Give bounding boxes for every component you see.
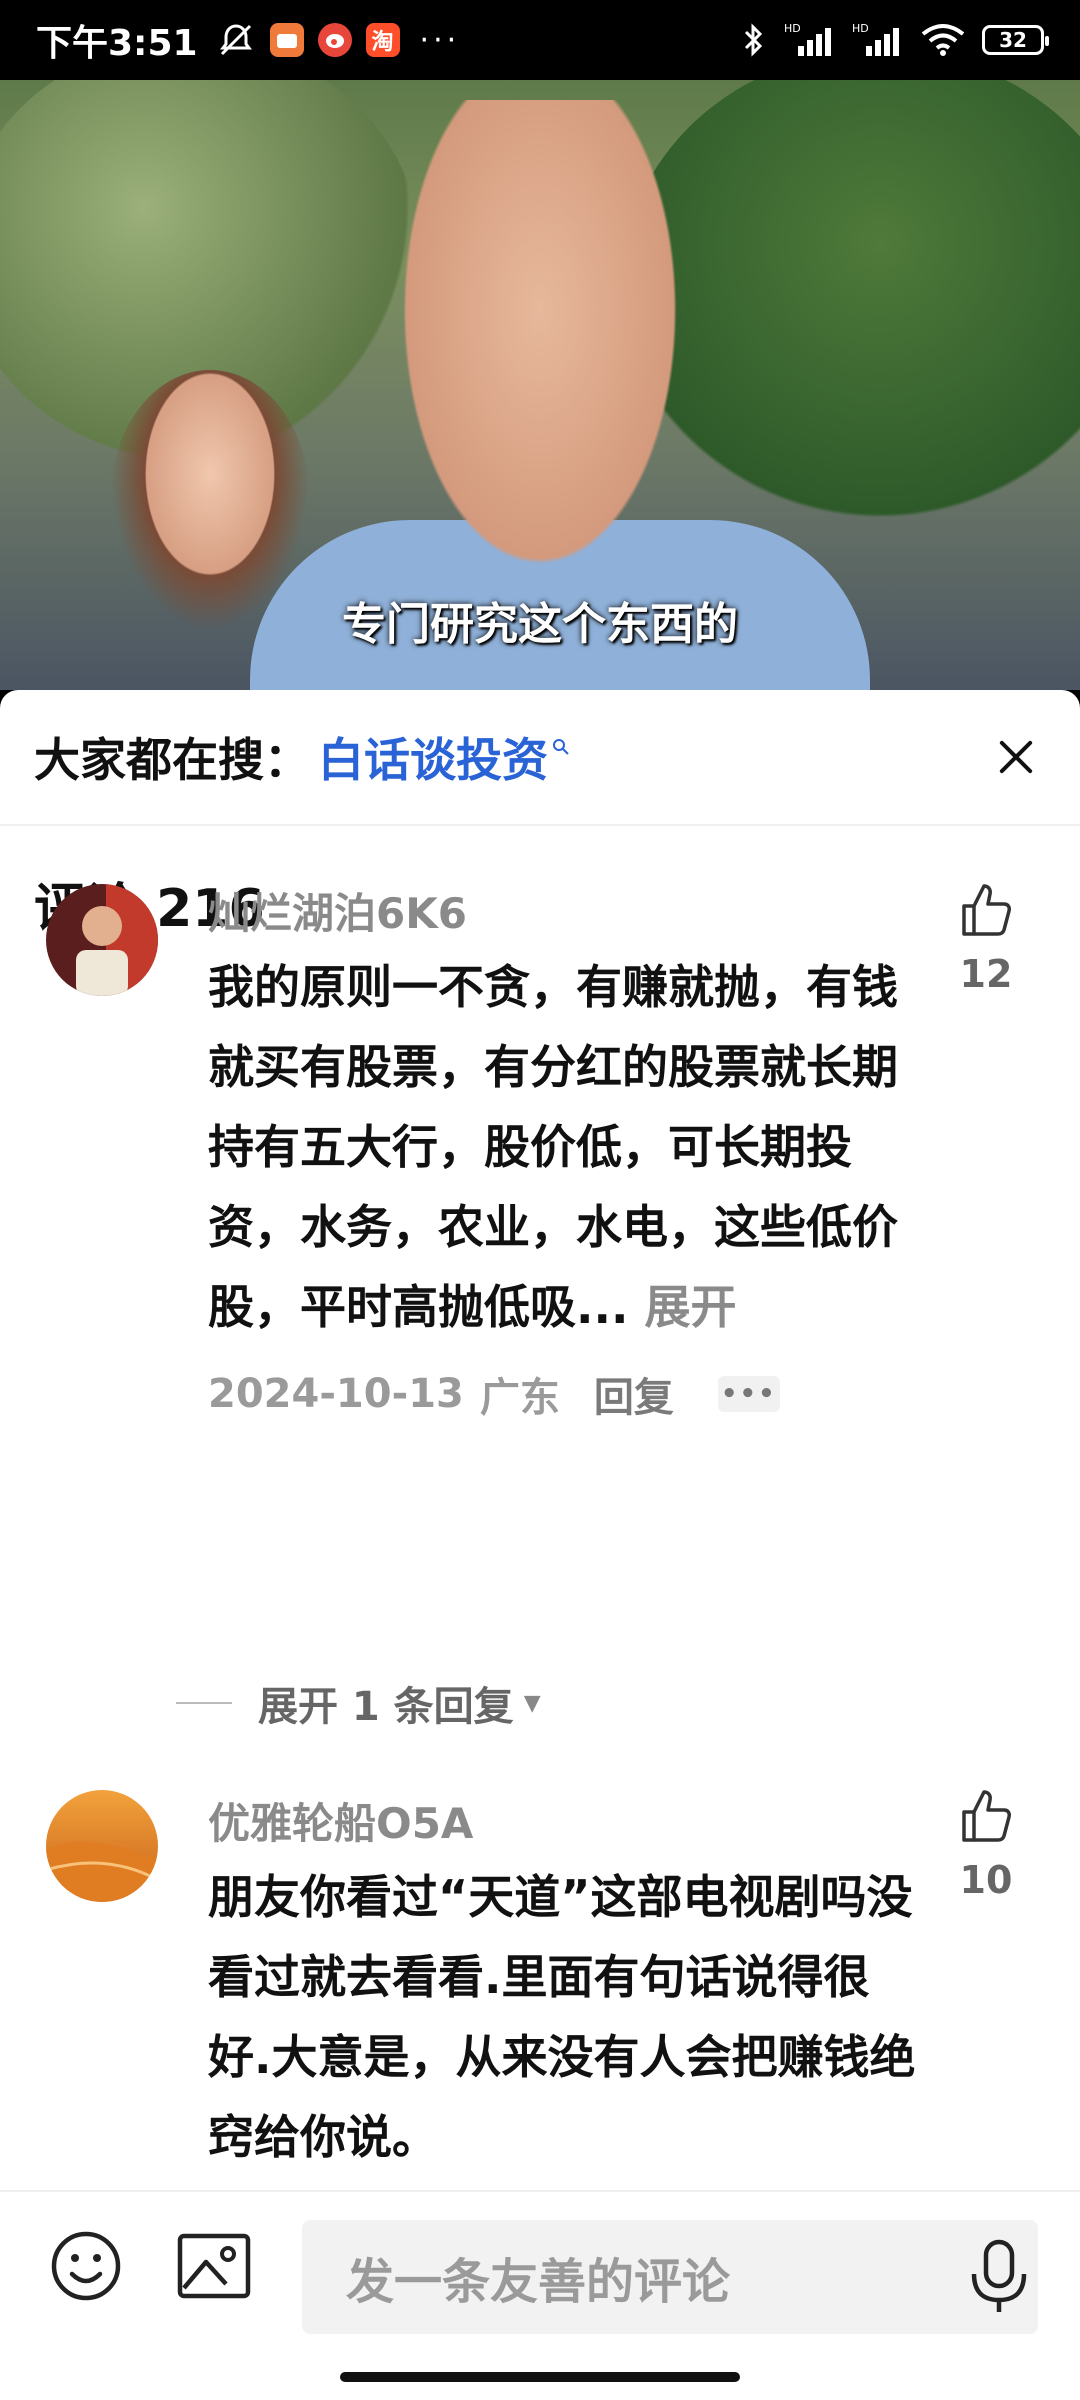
status-more: ··· [419,22,461,58]
microphone-icon[interactable] [964,2238,1034,2314]
svg-text:HD: HD [852,22,869,35]
comment-date: 2024-10-13 [208,1371,464,1417]
battery-icon: 32 [982,25,1049,55]
signal-icon: HD [784,22,831,56]
expand-replies-button[interactable]: 展开 1 条回复 ▼ [176,1674,541,1732]
like-count: 12 [959,952,1013,996]
taobao-icon: 淘 [365,23,400,57]
more-options-icon[interactable]: ••• [717,1376,780,1412]
expand-replies-label: 展开 1 条回复 [258,1684,514,1730]
trending-search-label: 大家都在搜： [34,733,310,787]
bluetooth-icon [744,23,763,57]
comment-input[interactable]: 发一条友善的评论 [302,2220,1038,2334]
status-left-icons: 淘 ··· [216,20,461,60]
close-icon[interactable] [986,727,1046,787]
like-count: 10 [959,1858,1013,1902]
comment-username[interactable]: 灿烂湖泊6K6 [208,880,928,941]
shopping-app-icon [269,23,304,57]
like-button[interactable]: 10 [946,1786,1026,1902]
emoji-icon[interactable] [48,2228,124,2304]
signal-2-icon: HD [852,22,899,56]
thumbs-up-icon [962,1790,1011,1842]
like-button[interactable]: 12 [946,880,1026,996]
status-time: 下午3:51 [36,23,198,64]
comment-location: 广东 [479,1375,560,1421]
search-icon [553,739,569,755]
comment-text: 朋友你看过“天道”这部电视剧吗没看过就去看看.里面有句话说得很好.大意是，从来没… [208,1870,916,2164]
mute-icon [219,24,252,56]
comment-content: 我的原则一不贪，有赚就抛，有钱就买有股票，有分红的股票就长期持有五大行，股价低，… [208,960,898,1334]
comment-input-bar: 发一条友善的评论 [0,2190,1080,2400]
comment-meta: 2024-10-13 广东 回复 ••• [208,1365,928,1423]
video-subtitle: 专门研究这个东西的 [342,599,738,650]
comment-body: 灿烂湖泊6K6 我的原则一不贪，有赚就抛，有钱就买有股票，有分红的股票就长期持有… [208,880,928,1423]
comment-text: 我的原则一不贪，有赚就抛，有钱就买有股票，有分红的股票就长期持有五大行，股价低，… [208,947,928,1347]
wifi-icon [921,24,965,56]
trending-search-link[interactable]: 白话谈投资 [318,724,548,790]
comment-input-placeholder: 发一条友善的评论 [346,2254,731,2310]
svg-text:HD: HD [784,22,801,35]
thumbs-up-icon [962,884,1011,936]
comments-sheet: 大家都在搜： 白话谈投资 评论 216 灿烂湖泊6K6 我的原则一不贪，有赚就抛… [0,690,1080,2400]
status-bar: 下午3:51 淘 ··· HD HD 32 [0,0,1080,80]
trending-search-bar: 大家都在搜： 白话谈投资 [0,690,1080,826]
avatar[interactable] [46,1790,158,1902]
chevron-down-icon: ▼ [523,1690,541,1716]
comment-username[interactable]: 优雅轮船O5A [208,1790,928,1851]
expand-link[interactable]: 展开 [644,1280,736,1334]
avatar[interactable] [46,884,158,996]
divider-line [176,1702,232,1704]
image-icon[interactable] [176,2232,252,2300]
reply-button[interactable]: 回复 [594,1365,674,1423]
home-indicator[interactable] [340,2372,740,2382]
status-right-icons: HD HD 32 [740,20,1049,60]
weibo-icon [317,23,352,57]
comment-body: 优雅轮船O5A 朋友你看过“天道”这部电视剧吗没看过就去看看.里面有句话说得很好… [208,1790,928,2177]
video-player[interactable]: 专门研究这个东西的 [0,80,1080,690]
